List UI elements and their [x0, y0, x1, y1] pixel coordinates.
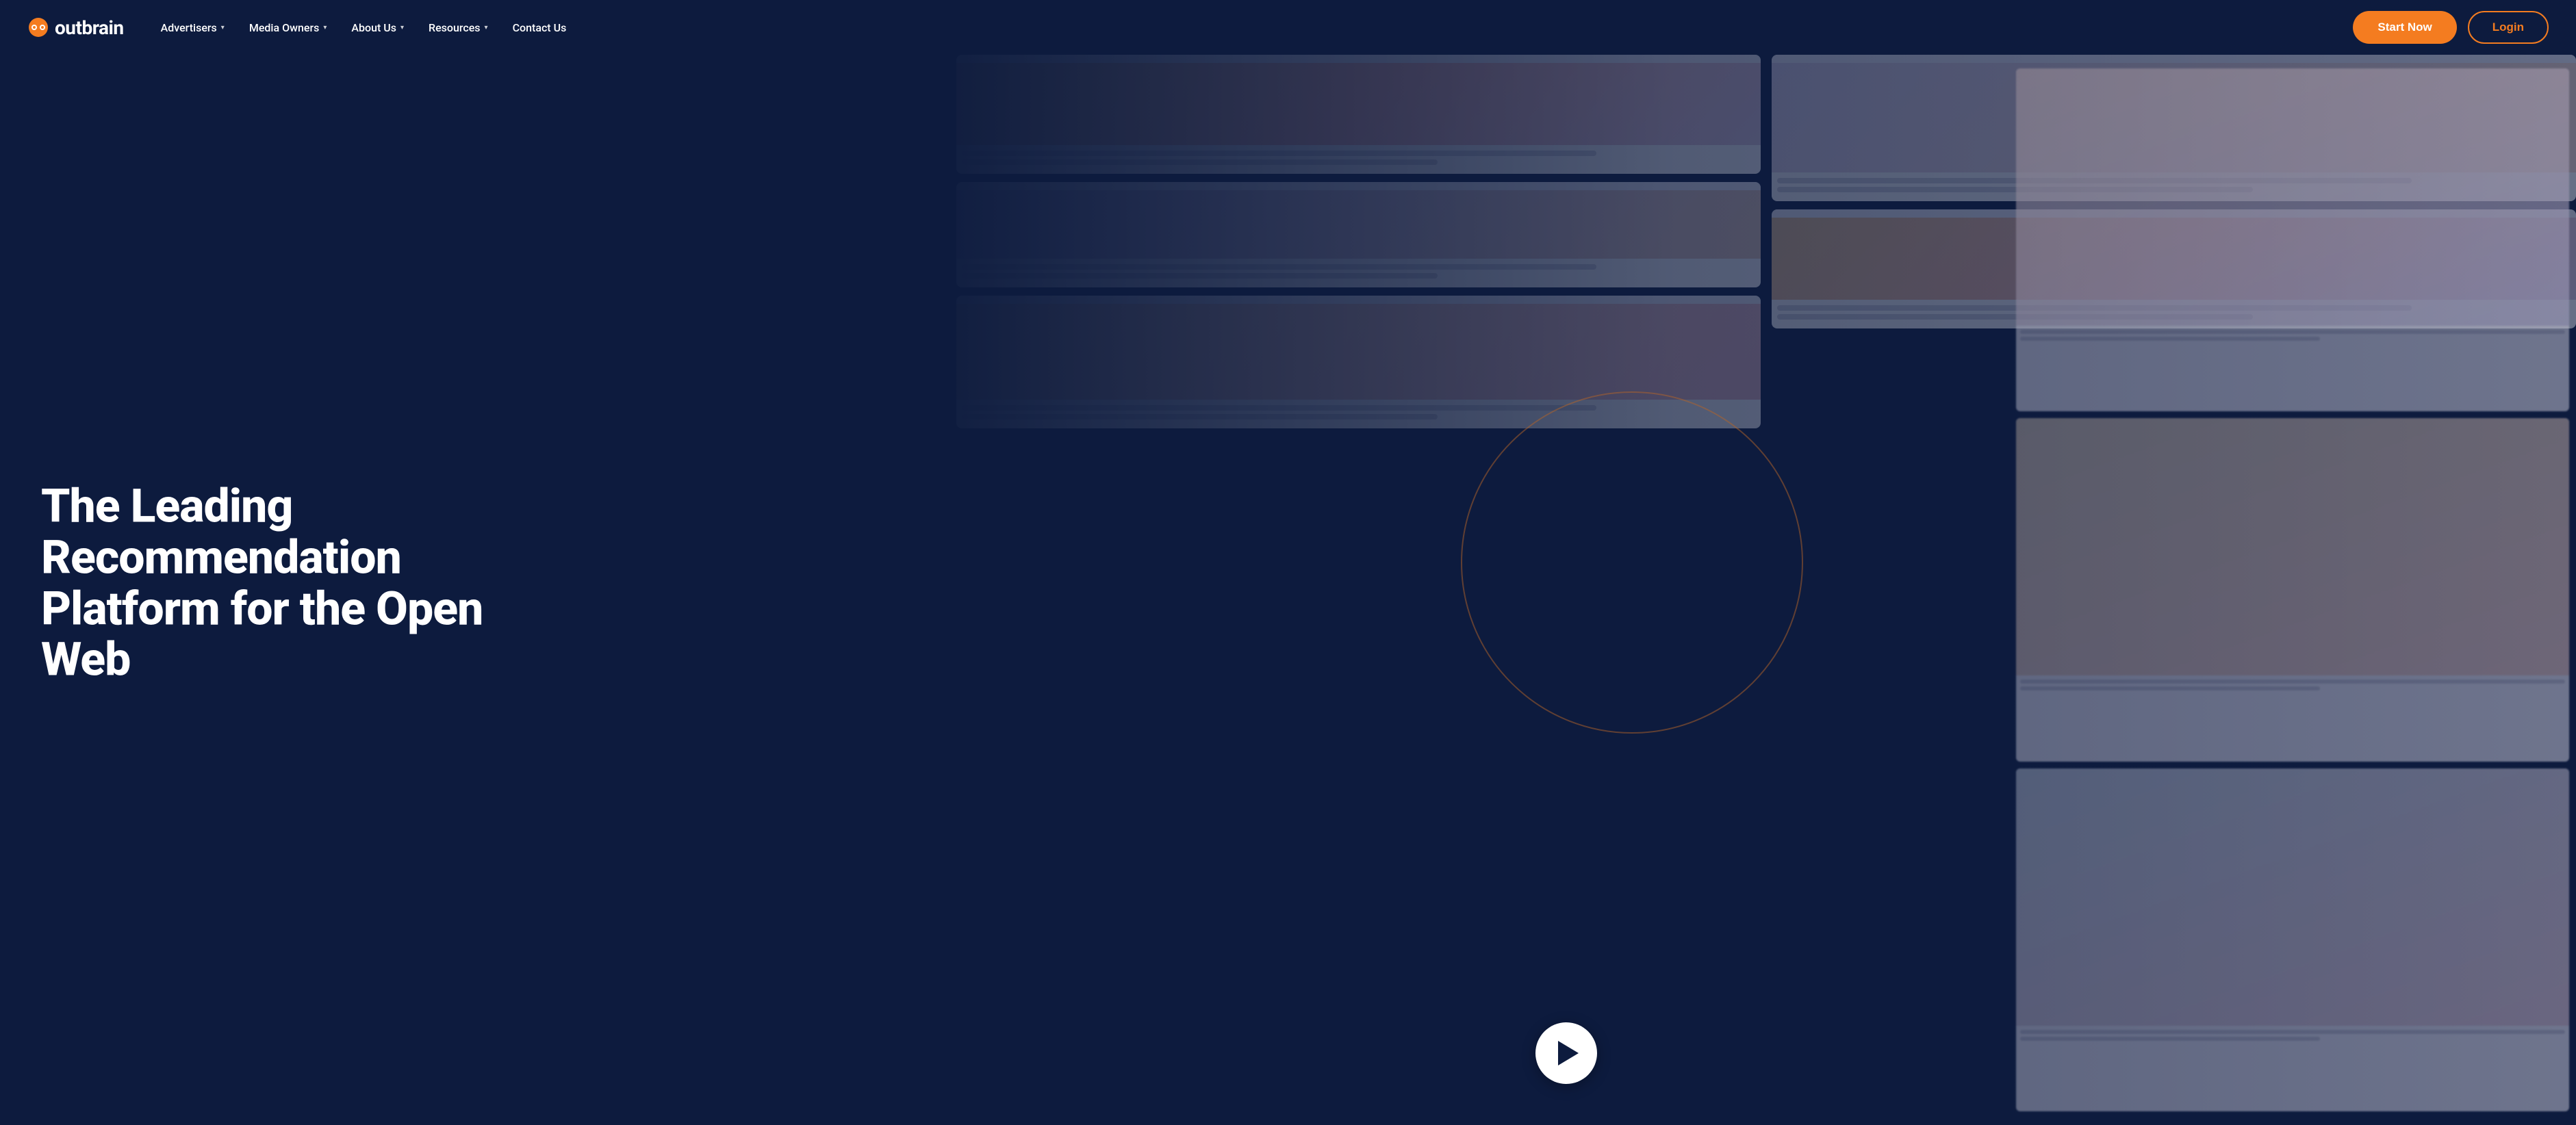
nav-item-advertisers[interactable]: Advertisers ▾: [151, 16, 234, 40]
nav-item-about-us[interactable]: About Us ▾: [342, 16, 413, 40]
hero-title: The Leading Recommendation Platform for …: [41, 480, 520, 685]
nav-links: Advertisers ▾ Media Owners ▾ About Us ▾ …: [151, 16, 2354, 40]
chevron-down-icon: ▾: [221, 24, 225, 31]
logo-text: outbrain: [55, 16, 124, 39]
nav-item-media-owners[interactable]: Media Owners ▾: [240, 16, 337, 40]
chevron-down-icon: ▾: [323, 24, 327, 31]
logo-link[interactable]: outbrain: [27, 16, 124, 39]
nav-item-resources[interactable]: Resources ▾: [419, 16, 498, 40]
nav-item-contact-us[interactable]: Contact Us: [503, 16, 576, 40]
hero-section: The Leading Recommendation Platform for …: [0, 0, 2576, 1125]
nav-actions: Start Now Login: [2353, 11, 2549, 44]
chevron-down-icon: ▾: [485, 24, 488, 31]
hero-content: The Leading Recommendation Platform for …: [41, 480, 520, 685]
play-button[interactable]: [1535, 1022, 1597, 1084]
outbrain-logo-icon: [27, 16, 49, 38]
nav-label-about-us: About Us: [351, 21, 396, 34]
chevron-down-icon: ▾: [400, 24, 404, 31]
navbar: outbrain Advertisers ▾ Media Owners ▾ Ab…: [0, 0, 2576, 55]
nav-label-resources: Resources: [429, 21, 481, 34]
login-button[interactable]: Login: [2468, 11, 2549, 44]
start-now-button[interactable]: Start Now: [2353, 11, 2456, 44]
nav-label-media-owners: Media Owners: [249, 21, 320, 34]
nav-label-contact-us: Contact Us: [513, 21, 567, 34]
nav-label-advertisers: Advertisers: [161, 21, 217, 34]
